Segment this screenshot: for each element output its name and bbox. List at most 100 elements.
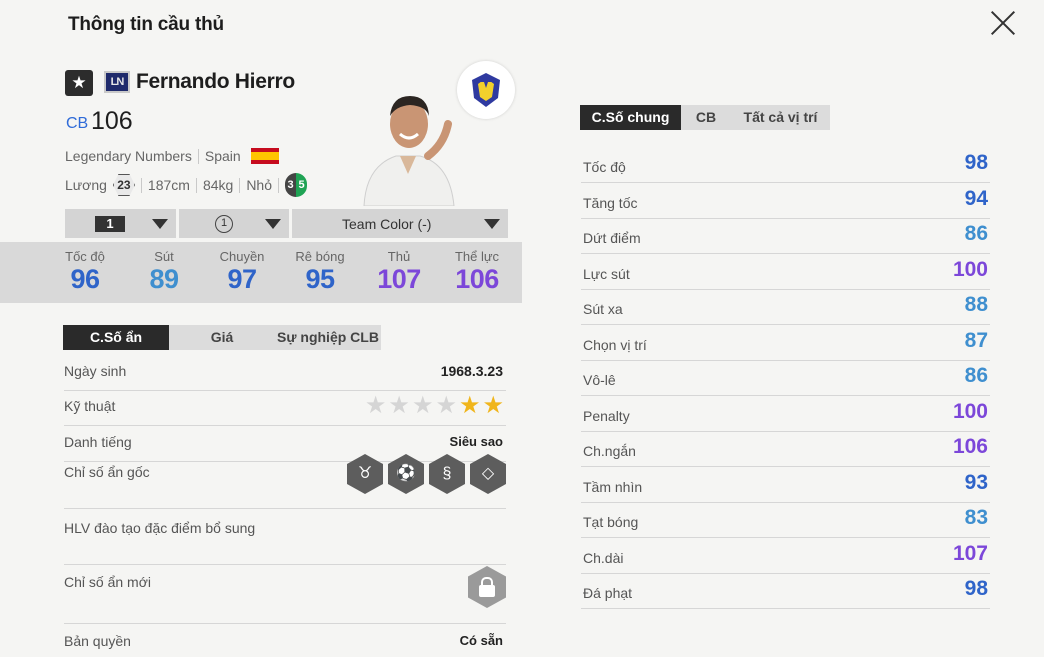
- player-ovr: 106: [91, 107, 133, 135]
- skill-label: Kỹ thuật: [64, 398, 116, 414]
- new-traits-row: Chỉ số ẩn mới: [64, 566, 506, 624]
- nation-name: Spain: [204, 148, 241, 164]
- tab-hidden-stats[interactable]: C.Số ẩn: [63, 325, 169, 350]
- diamond-icon[interactable]: ◇: [470, 454, 506, 494]
- stat-row: Tạt bóng 83: [581, 503, 990, 538]
- stat-label: Vô-lê: [583, 372, 616, 388]
- club-logo-icon: [457, 61, 515, 119]
- divider: [197, 148, 199, 164]
- stat-label: Ch.dài: [583, 549, 624, 566]
- summary-stat: Thủ 107: [364, 249, 434, 295]
- stat-row: Đá phạt 98: [581, 574, 990, 609]
- reputation-value: Siêu sao: [449, 434, 503, 449]
- reputation-label: Danh tiếng: [64, 434, 132, 450]
- salary-badge: 23: [112, 174, 135, 196]
- stat-row: Penalty 100: [581, 397, 990, 432]
- tab-price[interactable]: Giá: [169, 325, 275, 350]
- tab-position-cb[interactable]: CB: [681, 105, 731, 130]
- skill-stars: ★ ★ ★ ★ ★ ★: [365, 394, 504, 418]
- star-icon: ★: [435, 392, 457, 419]
- divider: [195, 177, 197, 193]
- summary-stat-label: Sút: [154, 249, 174, 264]
- tab-all-positions[interactable]: Tất cả vị trí: [731, 105, 830, 130]
- birthdate-label: Ngày sinh: [64, 363, 127, 379]
- snake-icon[interactable]: §: [429, 454, 465, 494]
- right-foot: 5: [296, 173, 307, 197]
- summary-stat: Sút 89: [129, 249, 199, 295]
- summary-stat: Rê bóng 95: [285, 249, 355, 295]
- stat-value: 86: [964, 222, 988, 245]
- team-chem-selector[interactable]: 1: [179, 209, 289, 238]
- left-foot: 3: [285, 173, 296, 197]
- chevron-down-icon: [484, 218, 500, 229]
- stat-label: Lực sút: [583, 265, 630, 282]
- coach-traits-label: HLV đào tạo đặc điểm bổ sung: [64, 520, 256, 536]
- favorite-star-icon[interactable]: ★: [65, 70, 93, 96]
- stat-label: Tầm nhìn: [583, 478, 643, 495]
- close-icon[interactable]: [986, 6, 1020, 40]
- summary-stat-value: 107: [377, 264, 421, 294]
- stat-value: 87: [964, 328, 988, 352]
- level-selector[interactable]: 1: [65, 209, 176, 238]
- stat-label: Tạt bóng: [583, 514, 639, 530]
- stat-row: Ch.ngắn 106: [581, 432, 990, 467]
- height: 187cm: [147, 177, 190, 193]
- chevron-down-icon: [265, 218, 281, 229]
- right-tab-bar: C.Số chung CB Tất cả vị trí: [580, 105, 830, 130]
- stat-row: Dứt điểm 86: [581, 219, 990, 254]
- stat-label: Penalty: [583, 407, 630, 424]
- tab-club-career[interactable]: Sự nghiệp CLB: [275, 325, 381, 350]
- body-type: Nhỏ: [246, 177, 272, 193]
- left-tab-bar: C.Số ẩn Giá Sự nghiệp CLB: [63, 325, 381, 350]
- stat-value: 98: [964, 151, 988, 174]
- salary-label: Lương: [65, 177, 107, 193]
- tab-general-stats[interactable]: C.Số chung: [580, 105, 681, 130]
- summary-stat: Tốc độ 96: [50, 249, 120, 295]
- summary-stat-label: Rê bóng: [295, 249, 345, 264]
- skill-row: Kỹ thuật ★ ★ ★ ★ ★ ★: [64, 394, 506, 426]
- trait-icons: ♉ ⚽ § ◇: [347, 454, 506, 494]
- team-color-value: Team Color (-): [342, 215, 432, 232]
- summary-stat-value: 106: [455, 264, 499, 294]
- bull-icon[interactable]: ♉: [347, 454, 383, 494]
- license-row: Bản quyền Có sẵn: [64, 633, 506, 657]
- stat-row: Ch.dài 107: [581, 539, 990, 574]
- star-icon: ★: [388, 392, 410, 419]
- coach-traits-row: HLV đào tạo đặc điểm bổ sung: [64, 520, 506, 565]
- summary-stat-value: 96: [70, 264, 100, 294]
- license-label: Bản quyền: [64, 633, 131, 649]
- lock-icon[interactable]: [468, 566, 506, 608]
- stat-row: Sút xa 88: [581, 290, 990, 325]
- stat-label: Chọn vị trí: [583, 336, 647, 353]
- tie-icon[interactable]: ⚽: [388, 454, 424, 494]
- stat-value: 107: [952, 541, 988, 565]
- traits-row: Chỉ số ẩn gốc ♉ ⚽ § ◇: [64, 454, 506, 509]
- birthdate-value: 1968.3.23: [440, 363, 503, 379]
- team-color-selector[interactable]: Team Color (-): [292, 209, 508, 238]
- summary-stat-value: 97: [227, 264, 257, 294]
- season-badge: LN: [104, 71, 130, 93]
- new-traits-label: Chỉ số ẩn mới: [64, 574, 151, 590]
- weight: 84kg: [202, 177, 234, 193]
- foot-badge: 3 5: [285, 173, 307, 197]
- player-name: Fernando Hierro: [136, 70, 295, 93]
- star-icon: ★: [482, 392, 504, 419]
- chevron-down-icon: [152, 218, 168, 229]
- stat-value: 106: [952, 435, 988, 458]
- divider: [140, 177, 142, 193]
- page-title: Thông tin cầu thủ: [68, 14, 224, 35]
- player-meta-season: Legendary Numbers Spain: [65, 148, 279, 164]
- stat-row: Vô-lê 86: [581, 361, 990, 396]
- season-name: Legendary Numbers: [65, 148, 192, 164]
- stat-value: 94: [964, 186, 988, 210]
- summary-stat-label: Thủ: [387, 249, 411, 264]
- stat-value: 98: [964, 577, 988, 600]
- player-portrait-image: [363, 96, 455, 206]
- summary-stat-label: Chuyền: [219, 249, 265, 264]
- stat-label: Tăng tốc: [583, 194, 638, 211]
- stat-value: 86: [964, 364, 988, 387]
- stat-label: Đá phạt: [583, 585, 633, 601]
- stat-row: Tầm nhìn 93: [581, 468, 990, 503]
- player-position: CB: [66, 115, 89, 132]
- stat-label: Tốc độ: [583, 159, 626, 175]
